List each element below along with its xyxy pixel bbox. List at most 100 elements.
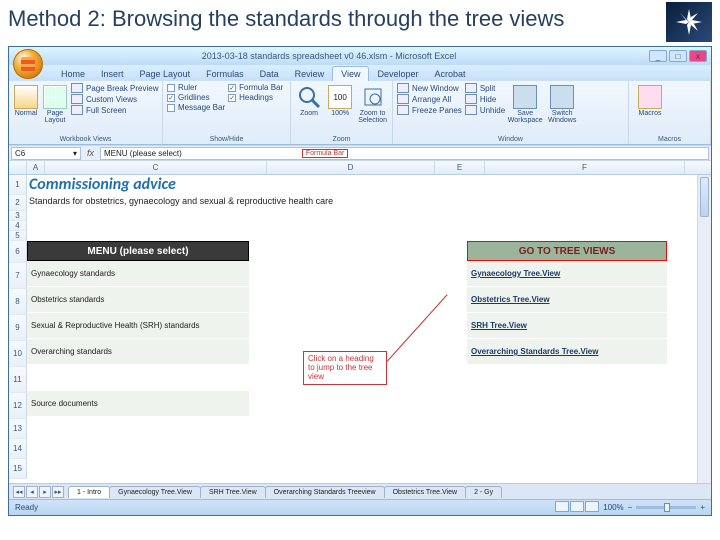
sheet-tab-srh[interactable]: SRH Tree.View [200,486,266,498]
freeze-panes-button[interactable]: Freeze Panes [397,105,462,115]
headings-checkbox[interactable]: ✓Headings [228,93,283,102]
ruler-checkbox[interactable]: Ruler [167,83,225,92]
zoom-slider[interactable] [636,506,696,509]
menu-item-srh[interactable]: Sexual & Reproductive Health (SRH) stand… [27,313,249,339]
tab-review[interactable]: Review [287,67,333,81]
group-macros: Macros [633,136,706,144]
row-1[interactable]: 1 [9,175,27,195]
corner-logo [666,2,712,42]
row-12[interactable]: 12 [9,393,27,419]
row-14[interactable]: 14 [9,439,27,459]
tab-nav-last[interactable]: ▸▸ [52,486,64,498]
tab-view[interactable]: View [332,66,369,81]
tab-nav-next[interactable]: ▸ [39,486,51,498]
row-2[interactable]: 2 [9,195,27,211]
tab-developer[interactable]: Developer [369,67,426,81]
ribbon: Normal Page Layout Page Break Preview Cu… [9,81,711,145]
save-workspace-button[interactable]: Save Workspace [508,83,542,126]
row-3[interactable]: 3 [9,211,27,221]
page-break-preview-button[interactable]: Page Break Preview [71,83,158,93]
zoom-to-selection-button[interactable]: Zoom to Selection [357,83,388,126]
ribbon-tabs: Home Insert Page Layout Formulas Data Re… [9,65,711,81]
row-8[interactable]: 8 [9,289,27,315]
tab-insert[interactable]: Insert [93,67,132,81]
formula-input[interactable]: MENU (please select)Formula Bar [100,147,709,160]
row-10[interactable]: 10 [9,341,27,367]
formula-bar-callout: Formula Bar [302,149,349,158]
col-A[interactable]: A [27,161,45,174]
tree-link-gynaecology[interactable]: Gynaecology Tree.View [467,261,667,287]
row-13[interactable]: 13 [9,419,27,439]
office-button[interactable] [13,49,43,79]
menu-item-obstetrics[interactable]: Obstetrics standards [27,287,249,313]
zoom-button[interactable]: Zoom [295,83,323,119]
unhide-button[interactable]: Unhide [465,105,505,115]
tab-acrobat[interactable]: Acrobat [427,67,474,81]
zoom-level[interactable]: 100% [603,503,623,512]
fx-icon[interactable]: fx [83,148,98,158]
menu-item-gynaecology[interactable]: Gynaecology standards [27,261,249,287]
sheet-tab-gynae[interactable]: Gynaecology Tree.View [109,486,201,498]
minimize-button[interactable]: _ [649,50,667,62]
row-9[interactable]: 9 [9,315,27,341]
group-workbook-views: Workbook Views [13,136,158,144]
new-window-button[interactable]: New Window [397,83,462,93]
sheet-tab-intro[interactable]: 1 - Intro [68,486,110,498]
hide-button[interactable]: Hide [465,94,505,104]
sheet-tab-obstetrics[interactable]: Obstetrics Tree.View [384,486,466,498]
name-box[interactable]: C6▾ [11,147,81,160]
col-D[interactable]: D [267,161,435,174]
zoom-out-button[interactable]: − [628,503,633,512]
row-11[interactable]: 11 [9,367,27,393]
zoom-100-button[interactable]: 100100% [326,83,354,119]
row-6[interactable]: 6 [9,241,27,263]
excel-window: 2013-03-18 standards spreadsheet v0 46.x… [8,46,712,516]
tab-page-layout[interactable]: Page Layout [132,67,199,81]
row-15[interactable]: 15 [9,459,27,479]
view-buttons[interactable] [554,501,599,514]
gridlines-checkbox[interactable]: ✓Gridlines [167,93,225,102]
col-E[interactable]: E [435,161,485,174]
sheet-tab-bar: ◂◂ ◂ ▸ ▸▸ 1 - Intro Gynaecology Tree.Vie… [9,483,711,499]
custom-views-button[interactable]: Custom Views [71,94,158,104]
switch-windows-button[interactable]: Switch Windows [545,83,579,126]
status-bar: Ready 100% − + [9,499,711,515]
page-layout-button[interactable]: Page Layout [42,83,68,126]
zoom-in-button[interactable]: + [700,503,705,512]
menu-item-overarching[interactable]: Overarching standards [27,339,249,365]
message-bar-checkbox[interactable]: Message Bar [167,103,225,112]
tree-link-obstetrics[interactable]: Obstetrics Tree.View [467,287,667,313]
full-screen-button[interactable]: Full Screen [71,105,158,115]
vertical-scrollbar[interactable] [697,175,711,483]
macros-button[interactable]: Macros [633,83,667,119]
formula-bar-row: C6▾ fx MENU (please select)Formula Bar [9,145,711,161]
col-F[interactable]: F [485,161,685,174]
worksheet-grid[interactable]: A C D E F 1 2 3 4 5 6 7 8 9 10 11 12 13 … [9,161,711,483]
normal-view-button[interactable]: Normal [13,83,39,119]
tab-home[interactable]: Home [53,67,93,81]
col-C[interactable]: C [45,161,267,174]
split-button[interactable]: Split [465,83,505,93]
menu-item-source-docs[interactable]: Source documents [27,391,249,417]
menu-header[interactable]: MENU (please select) [27,241,249,261]
row-5[interactable]: 5 [9,231,27,241]
sheet-tab-overarching[interactable]: Overarching Standards Treeview [265,486,385,498]
tab-data[interactable]: Data [252,67,287,81]
row-4[interactable]: 4 [9,221,27,231]
tree-views-header[interactable]: GO TO TREE VIEWS [467,241,667,261]
row-7[interactable]: 7 [9,263,27,289]
tab-formulas[interactable]: Formulas [198,67,252,81]
close-button[interactable]: x [689,50,707,62]
arrange-all-button[interactable]: Arrange All [397,94,462,104]
tab-nav-prev[interactable]: ◂ [26,486,38,498]
tree-link-srh[interactable]: SRH Tree.View [467,313,667,339]
select-all[interactable] [9,161,27,174]
status-ready: Ready [15,503,38,512]
formula-bar-checkbox[interactable]: ✓Formula Bar [228,83,283,92]
tree-link-overarching[interactable]: Overarching Standards Tree.View [467,339,667,365]
maximize-button[interactable]: □ [669,50,687,62]
slide-title: Method 2: Browsing the standards through… [0,0,720,34]
sheet-tab-gy2[interactable]: 2 - Gy [465,486,502,498]
tab-nav-first[interactable]: ◂◂ [13,486,25,498]
sheet-subtitle: Standards for obstetrics, gynaecology an… [27,194,697,206]
